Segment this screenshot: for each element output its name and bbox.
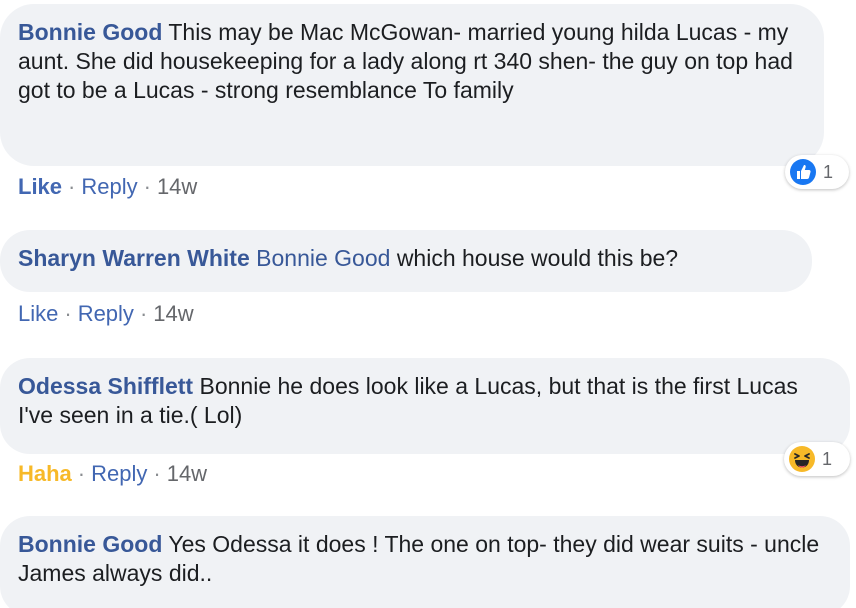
timestamp[interactable]: 14w bbox=[167, 461, 207, 486]
haha-button[interactable]: Haha bbox=[18, 461, 72, 486]
comment-author[interactable]: Bonnie Good bbox=[18, 19, 162, 45]
reaction-count: 1 bbox=[823, 161, 834, 182]
like-button[interactable]: Like bbox=[18, 174, 62, 199]
comment-text: which house would this be? bbox=[396, 245, 679, 271]
comment-bubble: Odessa Shifflett Bonnie he does look lik… bbox=[0, 358, 850, 454]
separator: · bbox=[68, 174, 76, 199]
comment-bubble: Bonnie Good This may be Mac McGowan- mar… bbox=[0, 4, 824, 166]
reaction-summary[interactable]: 1 bbox=[784, 442, 850, 476]
comment-bubble: Sharyn Warren White Bonnie Good which ho… bbox=[0, 230, 812, 292]
reply-button[interactable]: Reply bbox=[78, 301, 134, 326]
haha-face-icon bbox=[788, 445, 816, 473]
separator: · bbox=[143, 174, 151, 199]
like-button[interactable]: Like bbox=[18, 301, 58, 326]
separator: · bbox=[153, 461, 161, 486]
comment-author[interactable]: Bonnie Good bbox=[18, 531, 162, 557]
comment-mention[interactable]: Bonnie Good bbox=[256, 245, 390, 271]
comment-bubble: Bonnie Good Yes Odessa it does ! The one… bbox=[0, 516, 850, 608]
comment-actions: Like · Reply · 14w bbox=[18, 301, 194, 327]
comment-author[interactable]: Odessa Shifflett bbox=[18, 373, 193, 399]
separator: · bbox=[64, 301, 72, 326]
comment-author[interactable]: Sharyn Warren White bbox=[18, 245, 250, 271]
comment-actions: Haha · Reply · 14w bbox=[18, 461, 207, 487]
separator: · bbox=[139, 301, 148, 326]
comment-thread: Bonnie Good This may be Mac McGowan- mar… bbox=[0, 0, 856, 608]
timestamp[interactable]: 14w bbox=[157, 174, 197, 199]
reply-button[interactable]: Reply bbox=[81, 174, 137, 199]
reaction-count: 1 bbox=[822, 448, 833, 469]
timestamp[interactable]: 14w bbox=[153, 301, 193, 326]
comment-actions: Like · Reply · 14w bbox=[18, 174, 197, 200]
reaction-summary[interactable]: 1 bbox=[785, 155, 849, 189]
reply-button[interactable]: Reply bbox=[91, 461, 147, 486]
separator: · bbox=[77, 461, 86, 486]
like-thumb-icon bbox=[789, 158, 817, 186]
